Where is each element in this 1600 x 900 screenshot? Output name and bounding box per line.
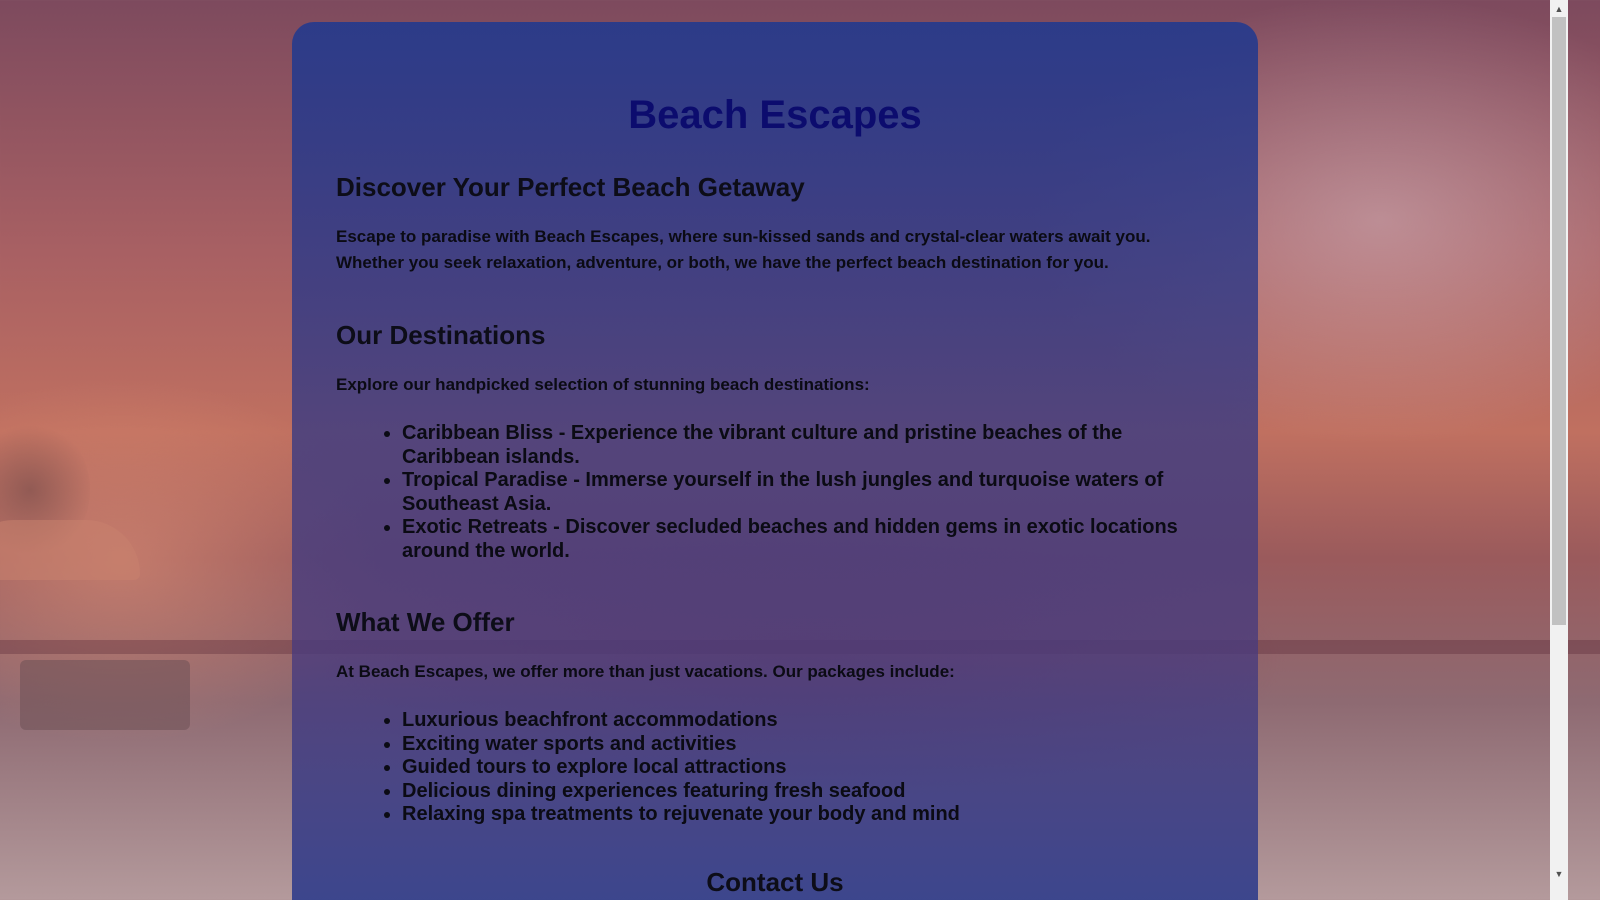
destinations-text: Explore our handpicked selection of stun… (336, 375, 870, 394)
scroll-up-arrow-icon[interactable]: ▲ (1550, 0, 1568, 17)
content-card: Beach Escapes Discover Your Perfect Beac… (292, 22, 1258, 900)
list-item: Tropical Paradise - Immerse yourself in … (402, 469, 1214, 516)
scrollbar-thumb[interactable] (1552, 17, 1566, 625)
intro-heading: Discover Your Perfect Beach Getaway (336, 172, 805, 202)
offer-heading: What We Offer (336, 607, 515, 637)
intro-text: Escape to paradise with Beach Escapes, w… (336, 227, 1151, 272)
contact-section: Contact Us (336, 867, 1214, 897)
list-item: Caribbean Bliss - Experience the vibrant… (402, 422, 1214, 469)
background-chair-decoration (20, 660, 190, 730)
destinations-heading: Our Destinations (336, 320, 546, 350)
offer-list: Luxurious beachfront accommodations Exci… (336, 709, 1214, 827)
offer-section: What We Offer At Beach Escapes, we offer… (336, 607, 1214, 827)
scroll-down-arrow-icon[interactable]: ▼ (1550, 865, 1568, 882)
destinations-section: Our Destinations Explore our handpicked … (336, 320, 1214, 563)
page-title: Beach Escapes (628, 93, 922, 137)
list-item: Exciting water sports and activities (402, 733, 1214, 757)
vertical-scrollbar[interactable]: ▲ ▼ (1550, 0, 1568, 900)
list-item: Exotic Retreats - Discover secluded beac… (402, 516, 1214, 563)
list-item: Guided tours to explore local attraction… (402, 756, 1214, 780)
list-item: Relaxing spa treatments to rejuvenate yo… (402, 803, 1214, 827)
offer-text: At Beach Escapes, we offer more than jus… (336, 662, 955, 681)
destinations-list: Caribbean Bliss - Experience the vibrant… (336, 422, 1214, 563)
intro-section: Discover Your Perfect Beach Getaway Esca… (336, 172, 1214, 276)
background-umbrella-decoration (0, 520, 140, 580)
list-item: Luxurious beachfront accommodations (402, 709, 1214, 733)
contact-heading: Contact Us (706, 866, 844, 897)
list-item: Delicious dining experiences featuring f… (402, 780, 1214, 804)
